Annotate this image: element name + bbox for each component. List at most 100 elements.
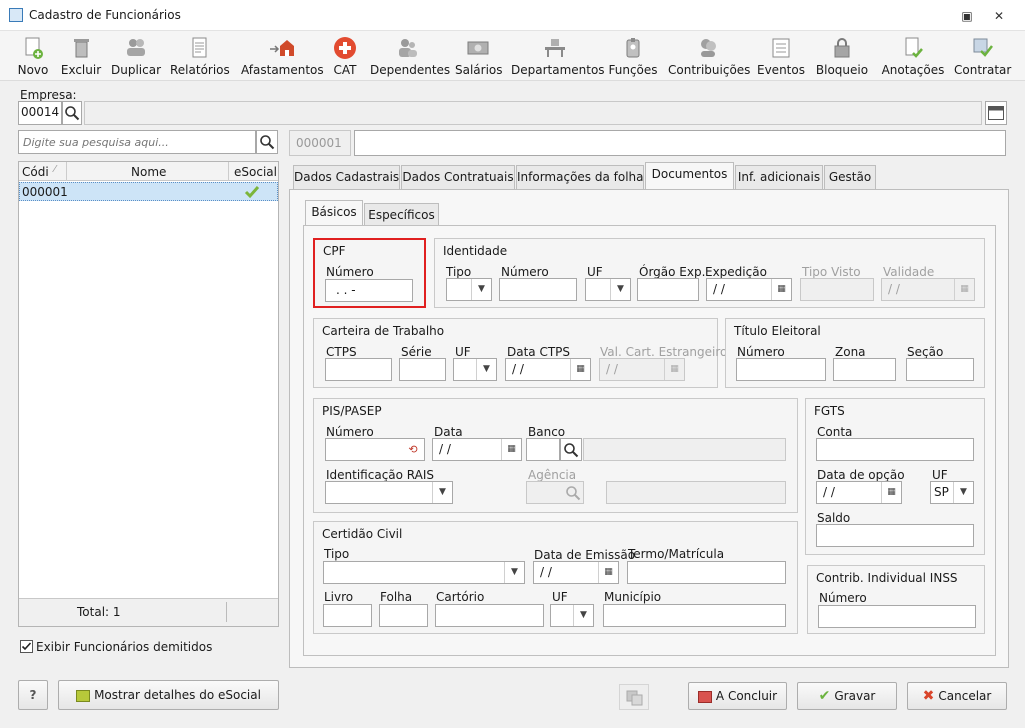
tab-dados-contratuais[interactable]: Dados Contratuais <box>401 165 515 189</box>
search-input-box[interactable] <box>21 133 251 151</box>
livro-field[interactable] <box>323 604 372 627</box>
identidade-tipo-select[interactable]: ▼ <box>446 278 492 301</box>
certidao-uf-select[interactable]: ▼ <box>550 604 594 627</box>
certidao-tipo-select[interactable]: ▼ <box>323 561 525 584</box>
inss-numero-field[interactable] <box>818 605 976 628</box>
empresa-search-button[interactable] <box>62 101 82 125</box>
app-icon <box>9 8 23 22</box>
reports-button[interactable]: Relatórios <box>170 34 230 80</box>
cancelar-button[interactable]: ✖ Cancelar <box>907 682 1007 710</box>
identidade-expedicao-label: Expedição <box>705 265 767 279</box>
search-button[interactable] <box>256 130 278 154</box>
desk-icon <box>545 39 565 57</box>
tab-inf-adicionais[interactable]: Inf. adicionais <box>735 165 823 189</box>
chevron-down-icon[interactable]: ▼ <box>432 482 452 503</box>
show-dismissed-checkbox[interactable] <box>20 640 33 653</box>
chevron-down-icon[interactable]: ▼ <box>610 279 630 300</box>
employee-name-field[interactable] <box>354 130 1006 156</box>
search-input[interactable] <box>18 130 256 154</box>
departments-button[interactable]: Departamentos <box>511 34 605 80</box>
identidade-orgao-field[interactable] <box>637 278 699 301</box>
chevron-down-icon[interactable]: ▼ <box>476 359 496 380</box>
calendar-icon[interactable]: ▦ <box>501 439 521 460</box>
help-button[interactable]: ? <box>18 680 48 710</box>
leaves-button[interactable]: Afastamentos <box>241 34 324 80</box>
events-button[interactable]: Eventos <box>757 34 805 80</box>
data-ctps-field[interactable]: / / ▦ <box>505 358 591 381</box>
show-dismissed-label[interactable]: Exibir Funcionários demitidos <box>36 640 212 654</box>
table-row[interactable]: 000001 <box>19 182 278 201</box>
conta-label: Conta <box>817 425 853 439</box>
history-icon[interactable]: ⟲ <box>403 439 423 460</box>
termo-field[interactable] <box>627 561 786 584</box>
salaries-button[interactable]: Salários <box>455 34 503 80</box>
pis-data-field[interactable]: / / ▦ <box>432 438 522 461</box>
lock-button[interactable]: Bloqueio <box>814 34 870 80</box>
tab-documentos[interactable]: Documentos <box>645 162 734 189</box>
hire-check-icon <box>973 38 993 57</box>
medical-cross-icon <box>334 37 356 59</box>
duplicate-button[interactable]: Duplicar <box>110 34 162 80</box>
calendar-icon[interactable]: ▦ <box>771 279 791 300</box>
delete-button[interactable]: Excluir <box>59 34 103 80</box>
dependents-button[interactable]: Dependentes <box>370 34 450 80</box>
cartorio-field[interactable] <box>435 604 544 627</box>
tab-dados-cadastrais[interactable]: Dados Cadastrais <box>293 165 400 189</box>
identidade-expedicao-field[interactable]: / / ▦ <box>706 278 792 301</box>
calendar-icon[interactable]: ▦ <box>881 482 901 503</box>
chevron-down-icon[interactable]: ▼ <box>471 279 491 300</box>
data-emissao-field[interactable]: / / ▦ <box>533 561 619 584</box>
saldo-field[interactable] <box>816 524 974 547</box>
contributions-button[interactable]: Contribuições <box>668 34 750 80</box>
secao-field[interactable] <box>906 358 974 381</box>
empresa-calc-button[interactable] <box>985 101 1007 125</box>
header-name[interactable]: Nome <box>131 165 166 179</box>
identidade-numero-field[interactable] <box>499 278 577 301</box>
banco-search-button[interactable] <box>560 438 582 461</box>
serie-field[interactable] <box>399 358 446 381</box>
subtab-basicos[interactable]: Básicos <box>305 200 363 226</box>
data-opcao-field[interactable]: / / ▦ <box>816 481 902 504</box>
agencia-name-field <box>606 481 786 504</box>
gravar-button[interactable]: ✔ Gravar <box>797 682 897 710</box>
hire-button[interactable]: Contratar <box>954 34 1011 80</box>
identidade-uf-select[interactable]: ▼ <box>585 278 631 301</box>
calendar-icon[interactable]: ▦ <box>570 359 590 380</box>
calendar-icon[interactable]: ▦ <box>598 562 618 583</box>
pis-numero-field[interactable]: ⟲ <box>325 438 425 461</box>
municipio-field[interactable] <box>603 604 786 627</box>
new-button[interactable]: Novo <box>14 34 52 80</box>
tab-gestao[interactable]: Gestão <box>824 165 876 189</box>
pis-group: PIS/PASEP Número ⟲ Data / / ▦ Banco Iden… <box>313 398 798 513</box>
restore-icon[interactable]: ▣ <box>958 7 976 25</box>
cat-button[interactable]: CAT <box>330 34 360 80</box>
rais-select[interactable]: ▼ <box>325 481 453 504</box>
titulo-numero-field[interactable] <box>736 358 826 381</box>
header-esocial[interactable]: eSocial <box>234 165 277 179</box>
zona-field[interactable] <box>833 358 896 381</box>
close-icon[interactable]: ✕ <box>990 7 1008 25</box>
banco-code-field[interactable] <box>526 438 560 461</box>
folha-field[interactable] <box>379 604 428 627</box>
ctps-group: Carteira de Trabalho CTPS Série UF ▼ Dat… <box>313 318 727 388</box>
chevron-down-icon[interactable]: ▼ <box>953 482 973 503</box>
chevron-down-icon[interactable]: ▼ <box>504 562 524 583</box>
cpf-numero-field[interactable]: . . - <box>325 279 413 302</box>
agencia-code-field <box>526 481 584 504</box>
header-code[interactable]: Códi <box>22 165 49 179</box>
copy-button[interactable] <box>619 684 649 710</box>
esocial-details-button[interactable]: Mostrar detalhes do eSocial <box>58 680 279 710</box>
chevron-down-icon[interactable]: ▼ <box>573 605 593 626</box>
leave-house-icon <box>270 40 294 56</box>
ctps-uf-select[interactable]: ▼ <box>453 358 497 381</box>
fgts-uf-select[interactable]: SP ▼ <box>930 481 974 504</box>
notes-button[interactable]: Anotações <box>880 34 946 80</box>
subtab-especificos[interactable]: Específicos <box>364 203 439 227</box>
ctps-field[interactable] <box>325 358 392 381</box>
sort-icon: ⁄ <box>54 164 56 175</box>
conta-field[interactable] <box>816 438 974 461</box>
functions-button[interactable]: Funções <box>607 34 659 80</box>
empresa-code-field[interactable]: 00014 <box>18 101 62 125</box>
tab-informacoes-folha[interactable]: Informações da folha <box>516 165 644 189</box>
concluir-button[interactable]: A Concluir <box>688 682 787 710</box>
